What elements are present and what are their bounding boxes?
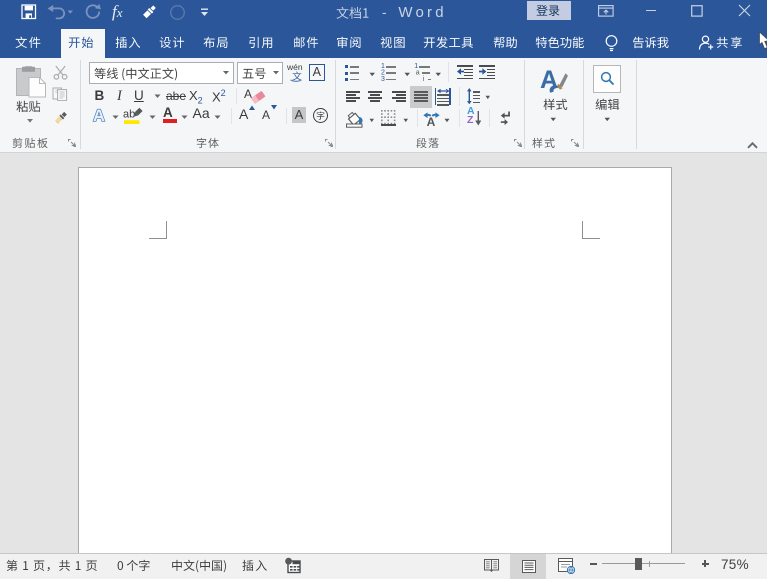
svg-text:3: 3 <box>381 76 385 82</box>
svg-text:A: A <box>244 87 252 101</box>
svg-text:ab: ab <box>123 109 135 121</box>
svg-text:A: A <box>93 107 105 125</box>
svg-text:A: A <box>427 114 436 126</box>
svg-text:i: i <box>423 76 425 82</box>
svg-text:A: A <box>540 66 558 94</box>
svg-text:a: a <box>416 70 420 77</box>
